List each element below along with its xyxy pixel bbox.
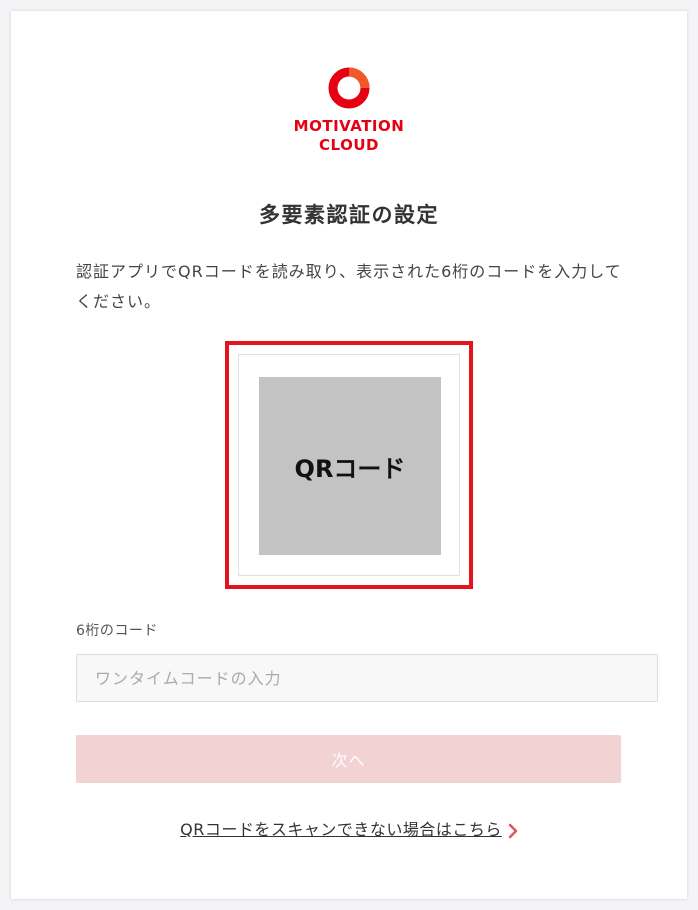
qr-code-placeholder-label: QRコード — [294, 454, 406, 483]
code-field-label: 6桁のコード — [76, 623, 158, 639]
brand-name-line1: MOTIVATION — [293, 117, 405, 135]
qr-code-image: QRコード — [259, 377, 441, 555]
ring-logo-icon — [328, 67, 370, 109]
next-button[interactable]: 次へ — [76, 735, 621, 783]
instruction-text: 認証アプリでQRコードを読み取り、表示された6桁のコードを入力してください。 — [76, 262, 622, 311]
brand-name: MOTIVATION CLOUD — [11, 117, 687, 155]
cannot-scan-link[interactable]: QRコードをスキャンできない場合はこちら — [180, 820, 502, 839]
brand-name-line2: CLOUD — [319, 136, 379, 154]
mfa-setup-card: MOTIVATION CLOUD 多要素認証の設定 認証アプリでQRコードを読み… — [11, 11, 687, 899]
page-title: 多要素認証の設定 — [259, 203, 439, 227]
chevron-right-icon[interactable] — [508, 823, 518, 839]
cannot-scan-help: QRコードをスキャンできない場合はこちら — [11, 816, 687, 840]
brand-logo: MOTIVATION CLOUD — [11, 65, 687, 155]
qr-highlight-frame: QRコード — [225, 341, 473, 589]
qr-code-frame: QRコード — [238, 354, 460, 576]
one-time-code-input[interactable] — [76, 654, 658, 702]
